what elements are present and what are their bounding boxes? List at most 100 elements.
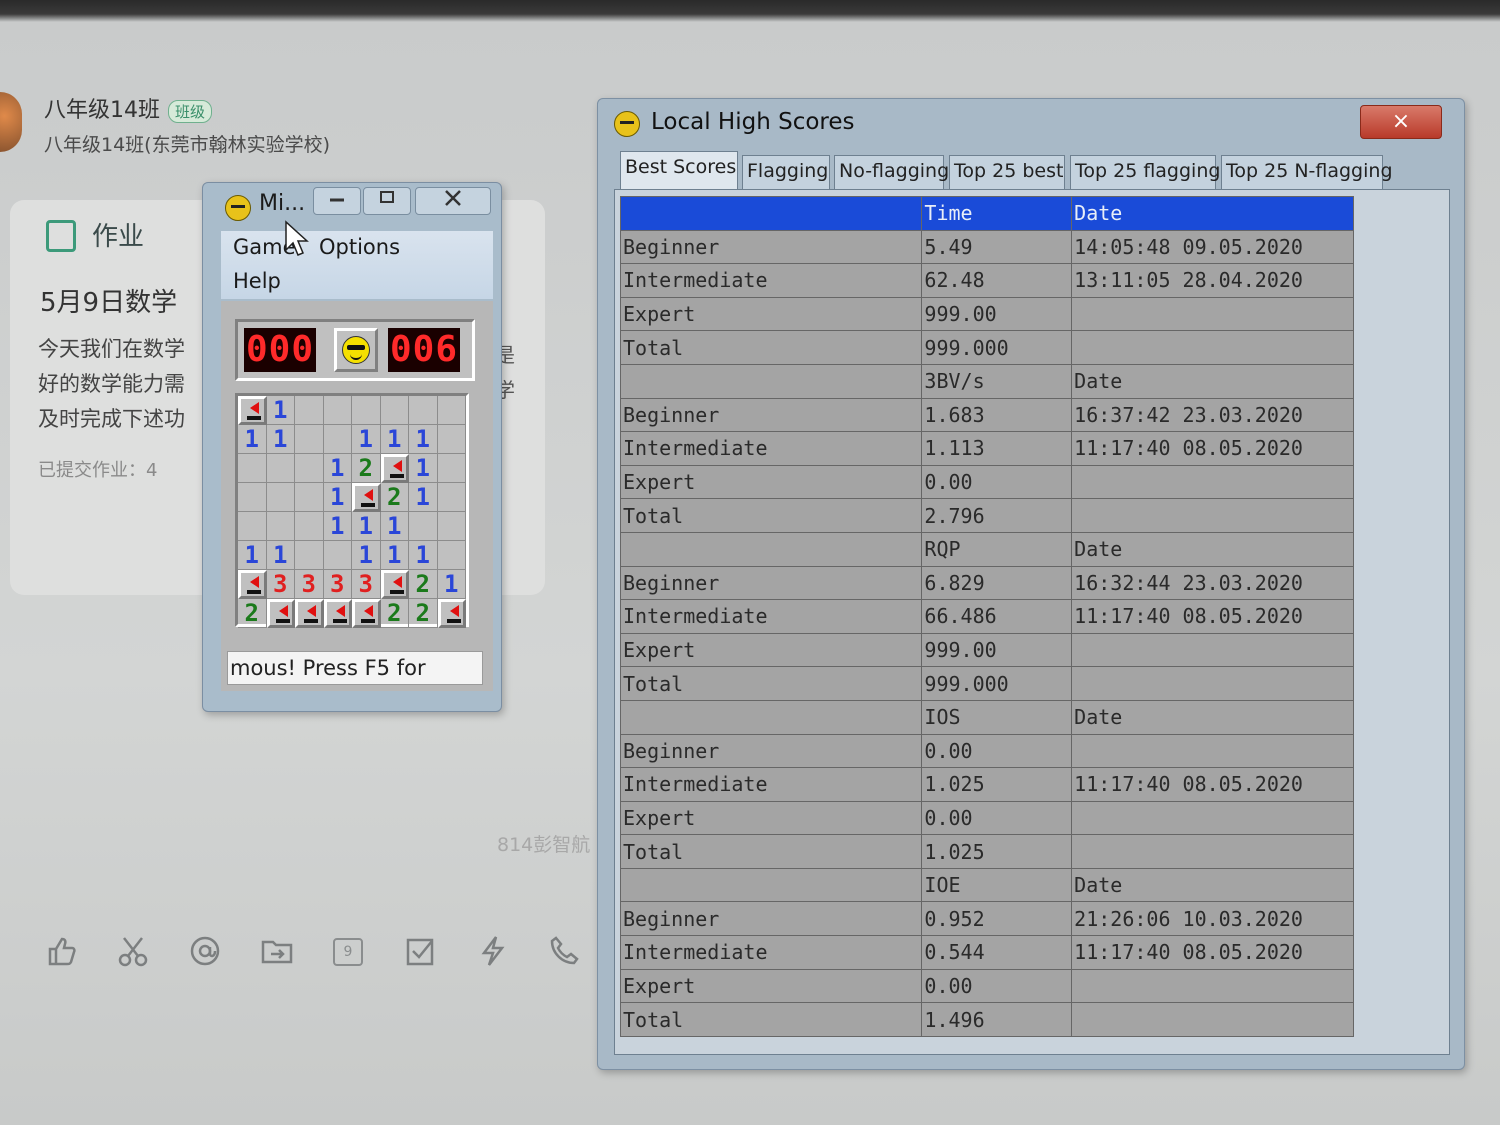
score-cell: 66.486	[921, 599, 1073, 634]
empty-cell[interactable]	[437, 396, 466, 425]
level-cell: Beginner	[619, 229, 923, 265]
empty-cell[interactable]	[437, 454, 466, 483]
homework-line: 及时完成下述功	[38, 407, 185, 431]
folder-icon[interactable]	[260, 934, 294, 968]
flag-cell[interactable]	[295, 599, 324, 628]
phone-icon[interactable]	[548, 934, 582, 968]
number-cell[interactable]: 2	[380, 599, 409, 628]
maximize-icon	[380, 191, 394, 203]
number-cell[interactable]: 1	[380, 425, 409, 454]
number-cell[interactable]: 1	[238, 541, 267, 570]
close-button[interactable]	[415, 187, 491, 215]
flag-cell[interactable]	[380, 454, 409, 483]
calendar-icon[interactable]: 9	[333, 938, 363, 966]
maximize-button[interactable]	[363, 187, 411, 215]
flag-cell[interactable]	[437, 599, 466, 628]
number-cell[interactable]: 3	[266, 570, 295, 599]
section-header-row: RQP Date	[619, 531, 1354, 567]
empty-cell[interactable]	[238, 454, 267, 483]
minesweeper-titlebar[interactable]: Mi...	[203, 183, 501, 227]
empty-cell[interactable]	[295, 483, 324, 512]
number-cell[interactable]: 1	[266, 396, 295, 425]
level-cell: Beginner	[619, 733, 923, 769]
homework-line: 今天我们在数学	[38, 337, 185, 361]
number-cell[interactable]: 2	[352, 454, 381, 483]
tab-flagging[interactable]: Flagging	[742, 155, 830, 189]
date-cell	[1071, 330, 1354, 365]
empty-cell[interactable]	[409, 512, 438, 541]
minimize-button[interactable]	[313, 187, 361, 215]
empty-cell[interactable]	[295, 396, 324, 425]
number-cell[interactable]: 1	[380, 541, 409, 570]
empty-cell[interactable]	[323, 541, 352, 570]
checkbox-icon[interactable]	[404, 934, 438, 968]
number-cell[interactable]: 1	[409, 541, 438, 570]
number-cell[interactable]: 2	[409, 570, 438, 599]
number-cell[interactable]: 2	[380, 483, 409, 512]
flag-cell[interactable]	[380, 570, 409, 599]
empty-cell[interactable]	[238, 512, 267, 541]
thumbs-up-icon[interactable]	[44, 934, 78, 968]
number-cell[interactable]: 3	[295, 570, 324, 599]
empty-cell[interactable]	[437, 541, 466, 570]
number-cell[interactable]: 3	[323, 570, 352, 599]
empty-cell[interactable]	[323, 425, 352, 454]
flag-cell[interactable]	[323, 599, 352, 628]
tab-top25-nflagging[interactable]: Top 25 N-flagging	[1221, 155, 1393, 189]
tab-top25-best[interactable]: Top 25 best	[949, 155, 1065, 189]
number-cell[interactable]: 1	[437, 570, 466, 599]
group-avatar[interactable]	[0, 92, 22, 152]
number-cell[interactable]: 1	[323, 454, 352, 483]
score-cell: 5.49	[921, 229, 1073, 265]
number-cell[interactable]: 1	[352, 512, 381, 541]
flag-cell[interactable]	[352, 483, 381, 512]
high-scores-close-button[interactable]: ×	[1360, 105, 1442, 139]
number-cell[interactable]: 2	[238, 599, 267, 628]
tab-best-scores[interactable]: Best Scores	[620, 151, 738, 189]
empty-cell[interactable]	[266, 454, 295, 483]
empty-cell[interactable]	[295, 425, 324, 454]
empty-cell[interactable]	[380, 396, 409, 425]
empty-cell[interactable]	[437, 425, 466, 454]
flag-cell[interactable]	[266, 599, 295, 628]
number-cell[interactable]: 1	[409, 425, 438, 454]
empty-cell[interactable]	[295, 512, 324, 541]
minefield-grid[interactable]: 11111112112111111111333321222	[235, 393, 469, 628]
flag-cell[interactable]	[238, 396, 267, 425]
metric-header: Time	[921, 196, 1073, 231]
scissors-icon[interactable]	[116, 934, 150, 968]
empty-cell[interactable]	[352, 396, 381, 425]
number-cell[interactable]: 1	[409, 483, 438, 512]
section-header-row: Time Date	[619, 196, 1354, 231]
number-cell[interactable]: 1	[409, 454, 438, 483]
lightning-icon[interactable]	[476, 934, 510, 968]
score-row: Total 999.000	[619, 330, 1354, 365]
number-cell[interactable]: 2	[409, 599, 438, 628]
flag-cell[interactable]	[238, 570, 267, 599]
number-cell[interactable]: 1	[352, 425, 381, 454]
tab-no-flagging[interactable]: No-flagging	[834, 155, 949, 189]
number-cell[interactable]: 1	[266, 541, 295, 570]
empty-cell[interactable]	[437, 483, 466, 512]
empty-cell[interactable]	[295, 454, 324, 483]
number-cell[interactable]: 1	[352, 541, 381, 570]
number-cell[interactable]: 1	[323, 483, 352, 512]
number-cell[interactable]: 1	[380, 512, 409, 541]
smiley-reset-button[interactable]	[334, 328, 378, 372]
flag-cell[interactable]	[352, 599, 381, 628]
empty-cell[interactable]	[266, 512, 295, 541]
number-cell[interactable]: 3	[352, 570, 381, 599]
menu-help[interactable]: Help	[233, 269, 281, 293]
empty-cell[interactable]	[437, 512, 466, 541]
number-cell[interactable]: 1	[266, 425, 295, 454]
number-cell[interactable]: 1	[323, 512, 352, 541]
empty-cell[interactable]	[409, 396, 438, 425]
empty-cell[interactable]	[295, 541, 324, 570]
tab-top25-flagging[interactable]: Top 25 flagging	[1070, 155, 1220, 189]
menu-options[interactable]: Options	[319, 235, 400, 259]
at-icon[interactable]	[188, 934, 222, 968]
empty-cell[interactable]	[323, 396, 352, 425]
empty-cell[interactable]	[266, 483, 295, 512]
number-cell[interactable]: 1	[238, 425, 267, 454]
empty-cell[interactable]	[238, 483, 267, 512]
